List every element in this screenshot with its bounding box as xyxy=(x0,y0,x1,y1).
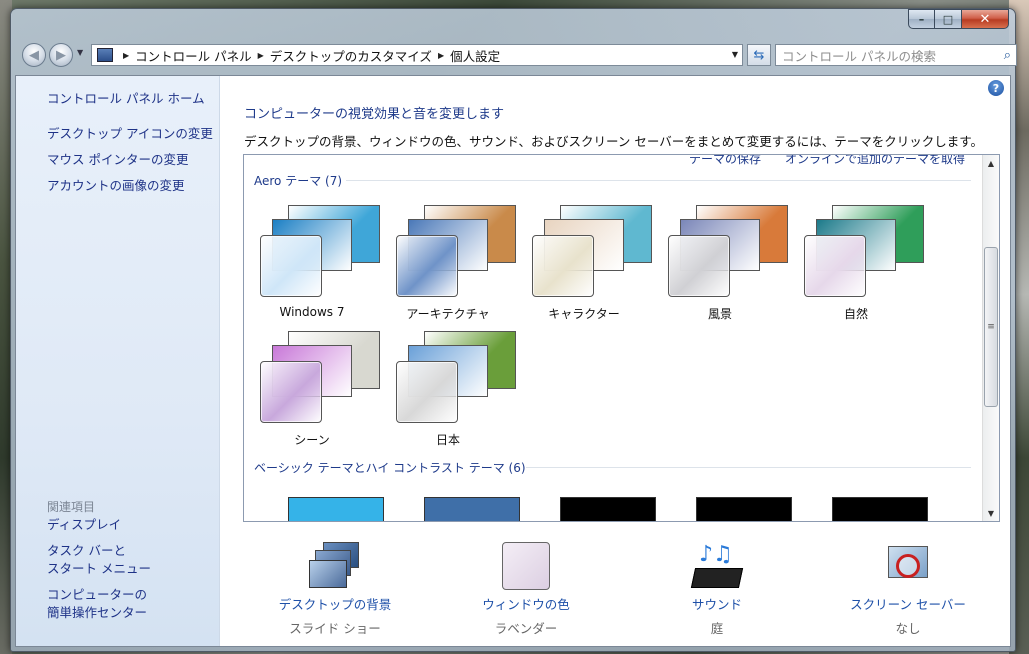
window-color-value: ラベンダー xyxy=(494,621,558,636)
screen-saver-icon xyxy=(882,542,934,592)
caption-buttons: – □ ✕ xyxy=(908,9,1009,29)
theme-name: アーキテクチャ xyxy=(406,307,490,321)
back-button[interactable]: ◀ xyxy=(22,43,46,67)
sidebar-link-display[interactable]: ディスプレイ xyxy=(47,516,121,534)
sound-icon: ♪♫ xyxy=(690,542,744,592)
address-bar[interactable]: ▶ コントロール パネル ▶ デスクトップのカスタマイズ ▶ 個人設定 ▼ xyxy=(91,44,743,66)
theme-item[interactable]: 日本 xyxy=(380,327,516,447)
page-heading: コンピューターの視覚効果と音を変更します xyxy=(244,107,505,122)
desktop-background-value: スライド ショー xyxy=(289,621,381,636)
page-description: デスクトップの背景、ウィンドウの色、サウンド、およびスクリーン セーバーをまとめ… xyxy=(244,134,983,149)
theme-action-links[interactable]: テーマの保存 オンラインで追加のテーマを取得 xyxy=(689,155,965,167)
aero-themes-heading: Aero テーマ (7) xyxy=(254,174,343,188)
address-dropdown-icon[interactable]: ▼ xyxy=(732,50,738,59)
sidebar-link-taskbar[interactable]: タスク バーと xyxy=(47,542,126,560)
screen-saver-setting[interactable]: スクリーン セーバー なし xyxy=(818,536,998,640)
theme-color-swatch xyxy=(396,235,458,297)
personalization-window: – □ ✕ ◀ ▶ ▼ ▶ コントロール パネル ▶ デスクトップのカスタマイズ… xyxy=(10,8,1017,652)
theme-color-swatch xyxy=(668,235,730,297)
breadcrumb-separator-icon[interactable]: ▶ xyxy=(123,51,129,60)
minimize-button[interactable]: – xyxy=(908,9,935,29)
basic-theme-item[interactable] xyxy=(832,497,928,521)
basic-themes-heading: ベーシック テーマとハイ コントラスト テーマ (6) xyxy=(254,461,526,475)
sidebar-link-mouse-pointers[interactable]: マウス ポインターの変更 xyxy=(47,151,188,169)
theme-name: シーン xyxy=(294,433,330,447)
basic-theme-item[interactable] xyxy=(424,497,520,521)
theme-name: 日本 xyxy=(435,433,460,447)
close-button[interactable]: ✕ xyxy=(962,9,1009,29)
refresh-icon: ⇆ xyxy=(753,47,765,63)
window-color-label[interactable]: ウィンドウの色 xyxy=(436,594,616,613)
sidebar-link-ease-of-access[interactable]: コンピューターの xyxy=(47,586,147,604)
forward-arrow-icon: ▶ xyxy=(56,47,66,63)
theme-color-swatch xyxy=(804,235,866,297)
navigation-bar: ◀ ▶ ▼ ▶ コントロール パネル ▶ デスクトップのカスタマイズ ▶ 個人設… xyxy=(19,41,1017,69)
window-color-setting[interactable]: ウィンドウの色 ラベンダー xyxy=(436,536,616,640)
theme-list[interactable]: テーマの保存 オンラインで追加のテーマを取得 Aero テーマ (7) Wind… xyxy=(243,154,1000,522)
theme-name: 自然 xyxy=(843,307,868,321)
breadcrumb-personalization[interactable]: 個人設定 xyxy=(450,46,500,65)
theme-color-swatch xyxy=(260,235,322,297)
screen-saver-label[interactable]: スクリーン セーバー xyxy=(818,594,998,613)
back-arrow-icon: ◀ xyxy=(29,47,39,63)
related-heading: 関連項目 xyxy=(47,500,96,514)
desktop-background-label[interactable]: デスクトップの背景 xyxy=(245,594,425,613)
sound-label[interactable]: サウンド xyxy=(627,594,807,613)
basic-theme-item[interactable] xyxy=(288,497,384,521)
sidebar-link-taskbar-line2[interactable]: スタート メニュー xyxy=(47,560,151,578)
breadcrumb-separator-icon[interactable]: ▶ xyxy=(438,51,444,60)
sidebar-link-ease-of-access-line2[interactable]: 簡単操作センター xyxy=(47,604,147,622)
forward-button[interactable]: ▶ xyxy=(49,43,73,67)
help-icon[interactable]: ? xyxy=(988,80,1004,96)
screen-saver-value: なし xyxy=(895,621,921,636)
control-panel-icon xyxy=(97,48,113,62)
search-input[interactable]: コントロール パネルの検索 ⌕ xyxy=(775,44,1017,66)
maximize-button[interactable]: □ xyxy=(935,9,962,29)
sidebar-link-control-panel-home[interactable]: コントロール パネル ホーム xyxy=(47,90,205,108)
search-icon[interactable]: ⌕ xyxy=(1004,48,1011,63)
theme-item[interactable]: シーン xyxy=(244,327,380,447)
recent-pages-dropdown[interactable]: ▼ xyxy=(77,48,83,57)
breadcrumb-desktop-customization[interactable]: デスクトップのカスタマイズ xyxy=(270,46,432,65)
basic-theme-item[interactable] xyxy=(560,497,656,521)
refresh-button[interactable]: ⇆ xyxy=(747,44,771,66)
group-divider xyxy=(526,467,971,468)
theme-item[interactable]: アーキテクチャ xyxy=(380,201,516,321)
scroll-thumb[interactable]: ≡ xyxy=(984,247,998,407)
theme-name: キャラクター xyxy=(548,307,620,321)
sidebar: コントロール パネル ホーム デスクトップ アイコンの変更 マウス ポインターの… xyxy=(16,76,220,646)
basic-theme-item[interactable] xyxy=(696,497,792,521)
theme-color-swatch xyxy=(396,361,458,423)
scroll-up-icon[interactable]: ▲ xyxy=(983,155,999,171)
sidebar-link-account-picture[interactable]: アカウントの画像の変更 xyxy=(47,177,185,195)
theme-color-swatch xyxy=(260,361,322,423)
desktop-background-icon xyxy=(309,542,361,592)
search-placeholder: コントロール パネルの検索 xyxy=(782,48,936,64)
client-area: コントロール パネル ホーム デスクトップ アイコンの変更 マウス ポインターの… xyxy=(15,75,1011,647)
breadcrumb-separator-icon[interactable]: ▶ xyxy=(258,51,264,60)
desktop-background-setting[interactable]: デスクトップの背景 スライド ショー xyxy=(245,536,425,640)
breadcrumb-control-panel[interactable]: コントロール パネル xyxy=(135,46,251,65)
vertical-scrollbar[interactable]: ▲ ≡ ▼ xyxy=(982,155,999,521)
scroll-down-icon[interactable]: ▼ xyxy=(983,505,999,521)
sound-setting[interactable]: ♪♫ サウンド 庭 xyxy=(627,536,807,640)
sidebar-link-desktop-icons[interactable]: デスクトップ アイコンの変更 xyxy=(47,125,213,143)
theme-name: 風景 xyxy=(707,307,732,321)
theme-item[interactable]: 自然 xyxy=(788,201,924,321)
window-color-icon xyxy=(500,542,552,592)
sound-value: 庭 xyxy=(710,621,724,636)
theme-name: Windows 7 xyxy=(279,305,345,319)
theme-item[interactable]: Windows 7 xyxy=(244,201,380,321)
theme-item[interactable]: キャラクター xyxy=(516,201,652,321)
group-divider xyxy=(346,180,971,181)
theme-item[interactable]: 風景 xyxy=(652,201,788,321)
theme-color-swatch xyxy=(532,235,594,297)
